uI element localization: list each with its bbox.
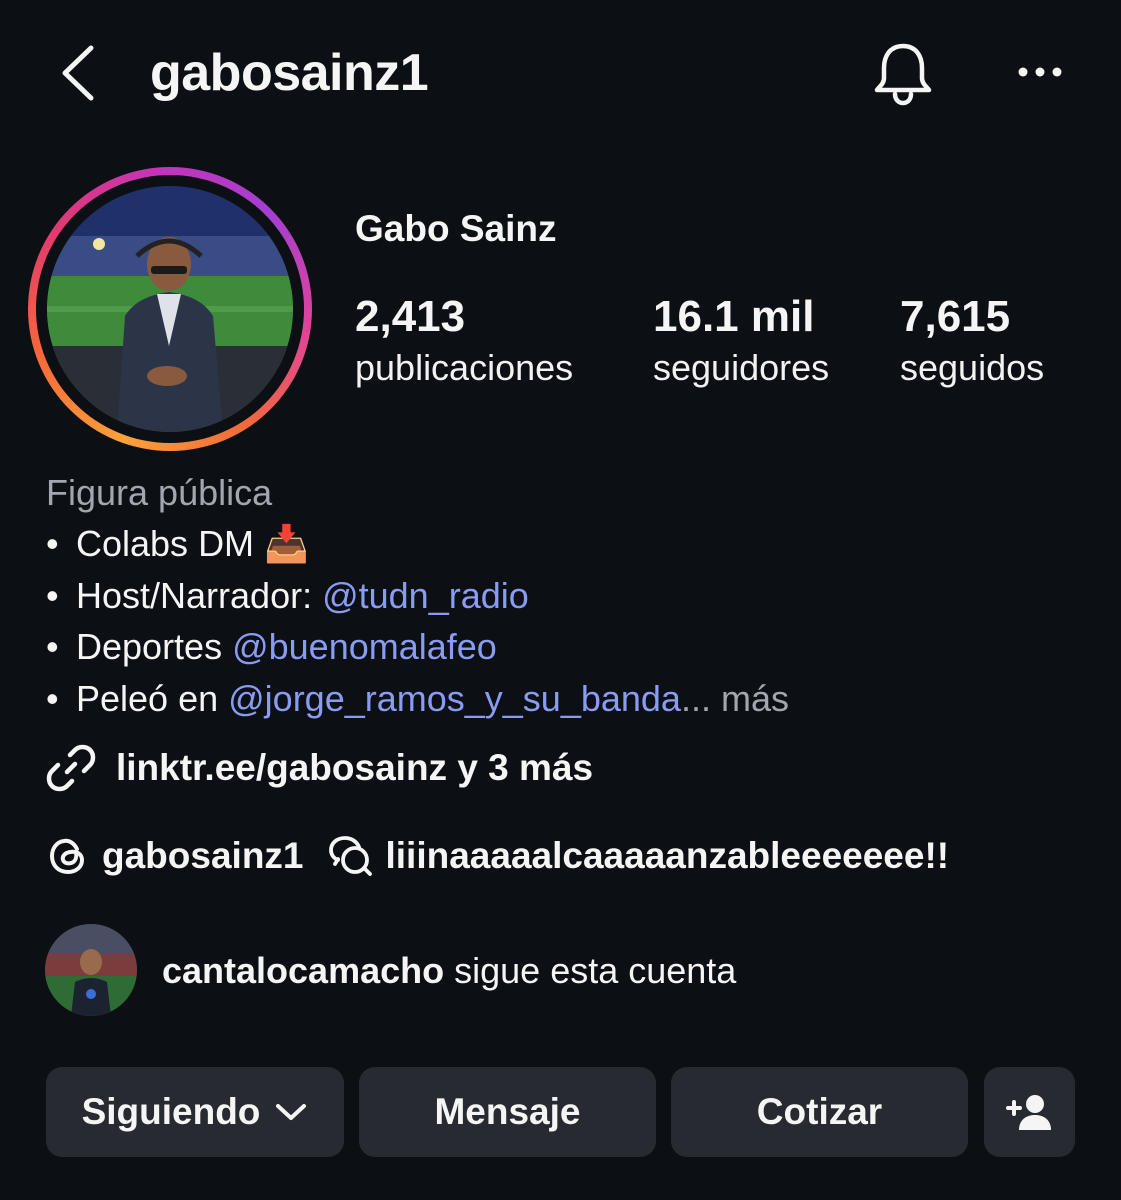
more-options-button[interactable]	[1010, 48, 1070, 96]
chevron-down-icon	[276, 1104, 307, 1120]
external-link[interactable]: linktr.ee/gabosainz y 3 más	[46, 740, 593, 796]
chat-bubbles-icon	[328, 836, 372, 876]
following-button[interactable]: Siguiendo	[46, 1067, 344, 1157]
quote-button-label: Cotizar	[756, 1091, 883, 1132]
threads-handle: gabosainz1	[102, 835, 304, 876]
link-icon	[46, 744, 96, 792]
mutual-follower-avatar[interactable]	[45, 924, 137, 1016]
mutual-avatar-illustration	[45, 924, 137, 1016]
bio-ellipsis: ...	[680, 678, 711, 719]
bio-text: Deportes	[76, 626, 233, 667]
threads-icon	[49, 838, 85, 875]
message-button[interactable]: Mensaje	[359, 1067, 656, 1157]
back-button[interactable]	[55, 40, 105, 106]
inbox-tray-emoji-icon: 📥	[264, 523, 309, 564]
bullet: •	[46, 523, 59, 564]
bio-line: • Peleó en @jorge_ramos_y_su_banda... más	[46, 677, 789, 721]
following-button-label: Siguiendo	[81, 1091, 261, 1132]
bell-icon	[874, 43, 932, 106]
bio-line: • Host/Narrador: @tudn_radio	[46, 574, 529, 618]
posts-label[interactable]: publicaciones	[355, 347, 573, 389]
bio-text: Peleó en	[76, 678, 229, 719]
followed-by-suffix: sigue esta cuenta	[444, 950, 737, 991]
add-person-icon	[1005, 1095, 1051, 1130]
posts-count[interactable]: 2,413	[355, 292, 465, 342]
bio-line: • Deportes @buenomalafeo	[46, 625, 497, 669]
mention-link[interactable]: @jorge_ramos_y_su_banda	[228, 678, 681, 719]
following-label[interactable]: seguidos	[900, 347, 1044, 389]
bullet: •	[46, 575, 59, 616]
suggested-users-button[interactable]	[984, 1067, 1075, 1157]
mention-link[interactable]: @tudn_radio	[322, 575, 529, 616]
notifications-button[interactable]	[870, 38, 936, 108]
threads-chat-text: liiinaaaaalcaaaaanzableeeeeee!!	[385, 835, 950, 876]
bio-line: • Colabs DM 📥	[46, 522, 309, 566]
mention-link[interactable]: @buenomalafeo	[232, 626, 497, 667]
profile-avatar-story-ring[interactable]	[28, 167, 312, 451]
profile-full-name: Gabo Sainz	[355, 208, 557, 249]
chevron-left-icon	[62, 45, 94, 101]
threads-chat-link[interactable]: liiinaaaaalcaaaaanzableeeeeee!!	[328, 834, 950, 878]
message-button-label: Mensaje	[434, 1091, 581, 1132]
following-count[interactable]: 7,615	[900, 292, 1010, 342]
followers-label[interactable]: seguidores	[653, 347, 829, 389]
bio-text: Colabs DM	[76, 523, 255, 564]
followers-count[interactable]: 16.1 mil	[653, 292, 814, 342]
link-text: linktr.ee/gabosainz y 3 más	[116, 747, 594, 788]
bio-text: Host/Narrador:	[76, 575, 323, 616]
quote-button[interactable]: Cotizar	[671, 1067, 968, 1157]
followed-by-text: cantalocamacho sigue esta cuenta	[162, 950, 736, 992]
more-horizontal-icon	[1018, 67, 1062, 77]
bio-more-link[interactable]: más	[711, 678, 789, 719]
bullet: •	[46, 626, 59, 667]
bullet: •	[46, 678, 59, 719]
profile-username-title: gabosainz1	[150, 44, 429, 102]
threads-row: gabosainz1 liiinaaaaalcaaaaanzableeeeeee…	[46, 828, 949, 884]
threads-profile-link[interactable]: gabosainz1	[46, 834, 304, 878]
profile-avatar	[47, 186, 293, 432]
mutual-follower-username[interactable]: cantalocamacho	[162, 950, 444, 991]
avatar-photo-illustration	[47, 186, 293, 432]
profile-category: Figura pública	[46, 472, 273, 513]
